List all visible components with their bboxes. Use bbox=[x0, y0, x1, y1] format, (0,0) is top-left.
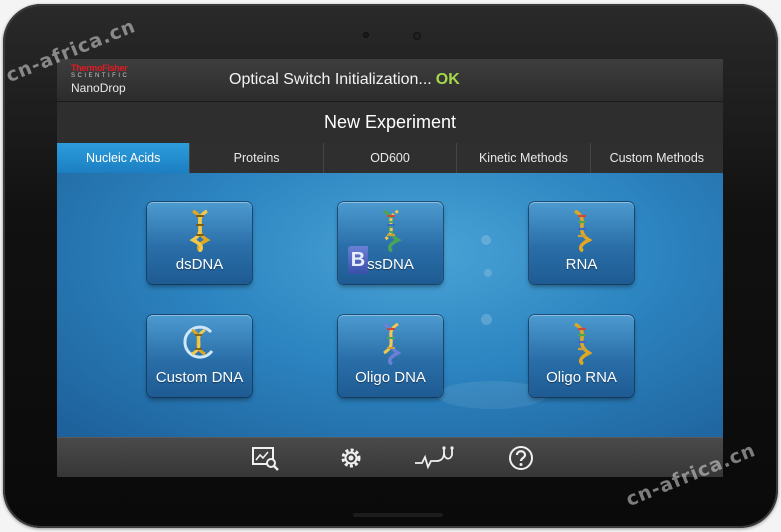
water-drop-decoration bbox=[481, 235, 491, 245]
tile-rna[interactable]: RNA bbox=[529, 202, 634, 284]
tab-proteins[interactable]: Proteins bbox=[189, 143, 322, 173]
tab-kinetic-methods[interactable]: Kinetic Methods bbox=[456, 143, 589, 173]
dna-helix-icon bbox=[573, 209, 593, 252]
water-drop-decoration bbox=[481, 314, 492, 325]
status-message: Optical Switch Initialization... OK bbox=[229, 71, 460, 89]
tab-nucleic-acids[interactable]: Nucleic Acids bbox=[57, 143, 190, 173]
custom-dna-icon bbox=[183, 325, 214, 359]
brand-logo: ThermoFisher SCIENTIFIC NanoDrop bbox=[71, 63, 130, 96]
tile-label: Oligo DNA bbox=[355, 369, 426, 386]
app-screen: ThermoFisher SCIENTIFIC NanoDrop Optical… bbox=[57, 59, 723, 477]
tab-custom-methods[interactable]: Custom Methods bbox=[589, 143, 723, 173]
data-viewer-icon[interactable] bbox=[251, 445, 279, 471]
status-ok: OK bbox=[435, 71, 460, 88]
page-title: New Experiment bbox=[323, 112, 457, 132]
tile-oligo-dna[interactable]: Oligo DNA bbox=[338, 315, 443, 397]
page-header: New Experiment bbox=[57, 102, 723, 143]
category-tabs: Nucleic Acids Proteins OD600 Kinetic Met… bbox=[57, 143, 723, 173]
sensor-dot bbox=[363, 32, 369, 38]
dna-helix-icon bbox=[189, 209, 211, 252]
status-bar: ThermoFisher SCIENTIFIC NanoDrop Optical… bbox=[57, 59, 723, 102]
bottom-toolbar bbox=[57, 437, 723, 477]
tile-oligo-rna[interactable]: Oligo RNA bbox=[529, 315, 634, 397]
front-camera bbox=[413, 32, 421, 40]
status-text: Optical Switch Initialization... bbox=[229, 71, 432, 88]
diagnostics-stethoscope-icon[interactable] bbox=[414, 445, 456, 471]
brand-product: NanoDrop bbox=[71, 81, 126, 95]
help-icon[interactable] bbox=[507, 445, 535, 471]
experiment-grid: dsDNA B ssDNA RNA Custom DNA Oligo DNA O… bbox=[57, 173, 723, 437]
tile-label: dsDNA bbox=[175, 256, 224, 273]
dna-helix-icon bbox=[382, 322, 402, 365]
tile-label: RNA bbox=[565, 256, 598, 273]
tile-label: ssDNA bbox=[367, 256, 414, 273]
tile-label: Oligo RNA bbox=[546, 369, 617, 386]
dna-helix-icon bbox=[382, 209, 402, 252]
tile-label: Custom DNA bbox=[155, 369, 244, 386]
speaker-grill bbox=[353, 513, 443, 517]
tile-ssdna[interactable]: B ssDNA bbox=[338, 202, 443, 284]
brand-division: SCIENTIFIC bbox=[71, 73, 130, 79]
tab-od600[interactable]: OD600 bbox=[322, 143, 456, 173]
settings-gear-icon[interactable] bbox=[337, 445, 365, 471]
water-drop-decoration bbox=[484, 269, 492, 277]
dna-helix-icon bbox=[573, 322, 593, 365]
tile-dsdna[interactable]: dsDNA bbox=[147, 202, 252, 284]
brand-company: ThermoFisher bbox=[71, 63, 128, 73]
tile-custom-dna[interactable]: Custom DNA bbox=[147, 315, 252, 397]
